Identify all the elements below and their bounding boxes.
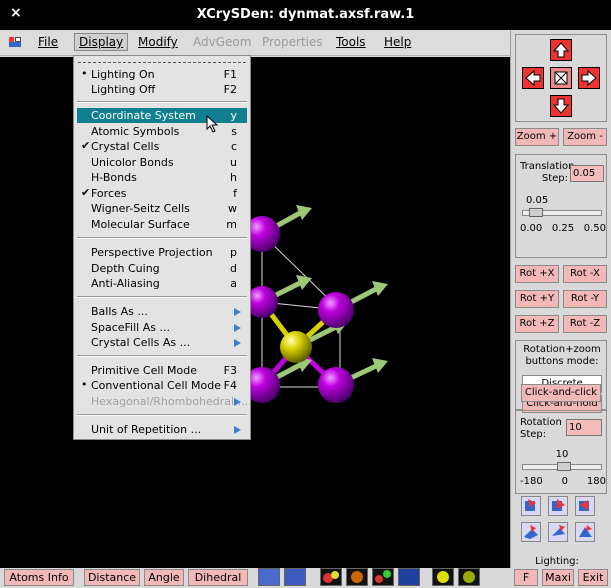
- menu-modify[interactable]: Modify: [138, 35, 178, 49]
- submenu-arrow-icon: [234, 324, 241, 332]
- rot-plus-y-button[interactable]: Rot +Y: [515, 290, 559, 308]
- zoom-out-button[interactable]: Zoom -: [563, 128, 607, 146]
- move-up-button[interactable]: [550, 39, 572, 61]
- menu-properties: Properties: [262, 35, 323, 49]
- menu-item-molecular-surface[interactable]: Molecular Surface m: [77, 217, 247, 232]
- translation-step-box: Translation Step: 0.05 0.05 0.00 0.25 0.50: [515, 154, 607, 258]
- exit-button[interactable]: Exit: [578, 569, 608, 586]
- menu-separator: [77, 237, 247, 239]
- maxi-button[interactable]: Maxi: [542, 569, 574, 586]
- window-title: XCrySDen: dynmat.axsf.raw.1: [196, 7, 415, 22]
- distance-button[interactable]: Distance: [84, 569, 140, 586]
- pointline-icon[interactable]: [284, 568, 306, 586]
- translation-pad: [515, 34, 607, 122]
- angle-button[interactable]: Angle: [144, 569, 184, 586]
- rotate-view-5-icon[interactable]: [548, 522, 568, 542]
- menu-item-perspective[interactable]: Perspective Projection p: [77, 245, 247, 260]
- menu-bar: File Display Modify AdvGeom Properties T…: [0, 30, 510, 56]
- lighting-off-icon[interactable]: [458, 568, 480, 586]
- menu-item-depth-cuing[interactable]: Depth Cuing d: [77, 261, 247, 276]
- atom[interactable]: [280, 331, 312, 363]
- menu-item-unicolor-bonds[interactable]: Unicolor Bonds u: [77, 155, 247, 170]
- menu-tearoff[interactable]: [78, 62, 246, 63]
- menu-advgeom: AdvGeom: [193, 35, 252, 49]
- rot-plus-z-button[interactable]: Rot +Z: [515, 315, 559, 333]
- rotate-view-6-icon[interactable]: [575, 522, 595, 542]
- menu-item-hexagonal: Hexagonal/Rhombohedral ...: [91, 395, 249, 408]
- menu-item-lighting-off[interactable]: Lighting Off F2: [77, 82, 247, 97]
- mode-click-and-click-button[interactable]: Click-and-click: [521, 384, 601, 402]
- move-left-button[interactable]: [522, 67, 544, 89]
- menu-item-spacefill-as[interactable]: SpaceFill As ...: [77, 320, 247, 335]
- menu-item-h-bonds[interactable]: H-Bonds h: [77, 170, 247, 185]
- move-right-button[interactable]: [578, 67, 600, 89]
- translation-ticks: 0.00 0.25 0.50: [520, 223, 606, 234]
- pipe-ball-icon[interactable]: [372, 568, 394, 586]
- menu-help[interactable]: Help: [384, 35, 411, 49]
- spacefill-icon[interactable]: [346, 568, 368, 586]
- stereo-icon[interactable]: [398, 568, 420, 586]
- submenu-arrow-icon: [234, 398, 241, 406]
- menu-item-primitive-cell[interactable]: Primitive Cell Mode F3: [77, 363, 247, 378]
- rotation-mode-label: Rotation+zoom buttons mode:: [523, 344, 601, 367]
- lighting-label: Lighting:: [535, 556, 579, 567]
- control-panel: Zoom + Zoom - Translation Step: 0.05 0.0…: [510, 30, 611, 568]
- rotation-step-box: Rotation Step: 10 10 -180 0 180: [515, 410, 607, 494]
- menu-item-atomic-symbols[interactable]: Atomic Symbols s: [77, 124, 247, 139]
- app-icon: [9, 37, 21, 47]
- title-bar: × XCrySDen: dynmat.axsf.raw.1: [0, 0, 611, 30]
- menu-item-unit-of-repetition[interactable]: Unit of Repetition ...: [77, 422, 247, 437]
- mouse-pointer-icon: [206, 115, 219, 133]
- rotate-view-4-icon[interactable]: [521, 522, 541, 542]
- rot-minus-x-button[interactable]: Rot -X: [563, 265, 607, 283]
- submenu-arrow-icon: [234, 426, 241, 434]
- translation-slider-knob[interactable]: [528, 208, 543, 217]
- rotation-readout: 10: [555, 449, 569, 460]
- menu-separator: [77, 355, 247, 357]
- rot-minus-y-button[interactable]: Rot -Y: [563, 290, 607, 308]
- menu-item-anti-aliasing[interactable]: Anti-Aliasing a: [77, 276, 247, 291]
- menu-item-forces[interactable]: ✔ Forces f: [77, 186, 247, 201]
- rot-plus-x-button[interactable]: Rot +X: [515, 265, 559, 283]
- rotate-view-1-icon[interactable]: [521, 496, 541, 516]
- rotation-step-label: Rotation Step:: [520, 417, 562, 440]
- rotation-slider-knob[interactable]: [556, 462, 571, 471]
- bottom-toolbar: Atoms Info Distance Angle Dihedral F Max…: [0, 568, 611, 586]
- rotate-view-2-icon[interactable]: [548, 496, 568, 516]
- menu-separator: [77, 414, 247, 416]
- atom[interactable]: [318, 292, 354, 328]
- menu-display[interactable]: Display: [74, 33, 129, 51]
- rot-minus-z-button[interactable]: Rot -Z: [563, 315, 607, 333]
- display-menu: • Lighting On F1 Lighting Off F2 Coordinate…: [73, 55, 251, 440]
- rotation-step-input[interactable]: 10: [566, 419, 602, 436]
- rotate-view-3-icon[interactable]: [575, 496, 595, 516]
- translation-readout: 0.05: [526, 195, 549, 206]
- center-button[interactable]: [550, 67, 572, 89]
- translation-step-label: Translation Step:: [520, 161, 575, 184]
- menu-separator: [77, 101, 247, 103]
- menu-item-balls-as[interactable]: Balls As ...: [77, 304, 247, 319]
- submenu-arrow-icon: [234, 339, 241, 347]
- menu-item-wigner-seitz[interactable]: Wigner-Seitz Cells w: [77, 201, 247, 216]
- menu-item-conventional-cell[interactable]: • Conventional Cell Mode F4: [77, 378, 247, 393]
- menu-tools[interactable]: Tools: [336, 35, 366, 49]
- menu-item-crystal-cells[interactable]: ✔ Crystal Cells c: [77, 139, 247, 154]
- zoom-in-button[interactable]: Zoom +: [515, 128, 559, 146]
- dihedral-button[interactable]: Dihedral: [188, 569, 248, 586]
- menu-item-crystal-cells-as[interactable]: Crystal Cells As ...: [77, 335, 247, 350]
- menu-separator: [77, 296, 247, 298]
- move-down-button[interactable]: [550, 95, 572, 117]
- rotation-ticks: -180 0 180: [520, 476, 606, 487]
- menu-file[interactable]: File: [38, 35, 58, 49]
- lighting-on-icon[interactable]: [432, 568, 454, 586]
- translation-step-input[interactable]: 0.05: [570, 165, 604, 182]
- atom[interactable]: [318, 367, 354, 403]
- ball-stick-icon[interactable]: [320, 568, 342, 586]
- menu-item-lighting-on[interactable]: • Lighting On F1: [77, 67, 247, 82]
- atoms-info-button[interactable]: Atoms Info: [4, 569, 74, 586]
- wireframe-icon[interactable]: [258, 568, 280, 586]
- menu-item-coordinate-system[interactable]: Coordinate System y: [77, 108, 247, 123]
- f-button[interactable]: F: [514, 569, 538, 586]
- submenu-arrow-icon: [234, 308, 241, 316]
